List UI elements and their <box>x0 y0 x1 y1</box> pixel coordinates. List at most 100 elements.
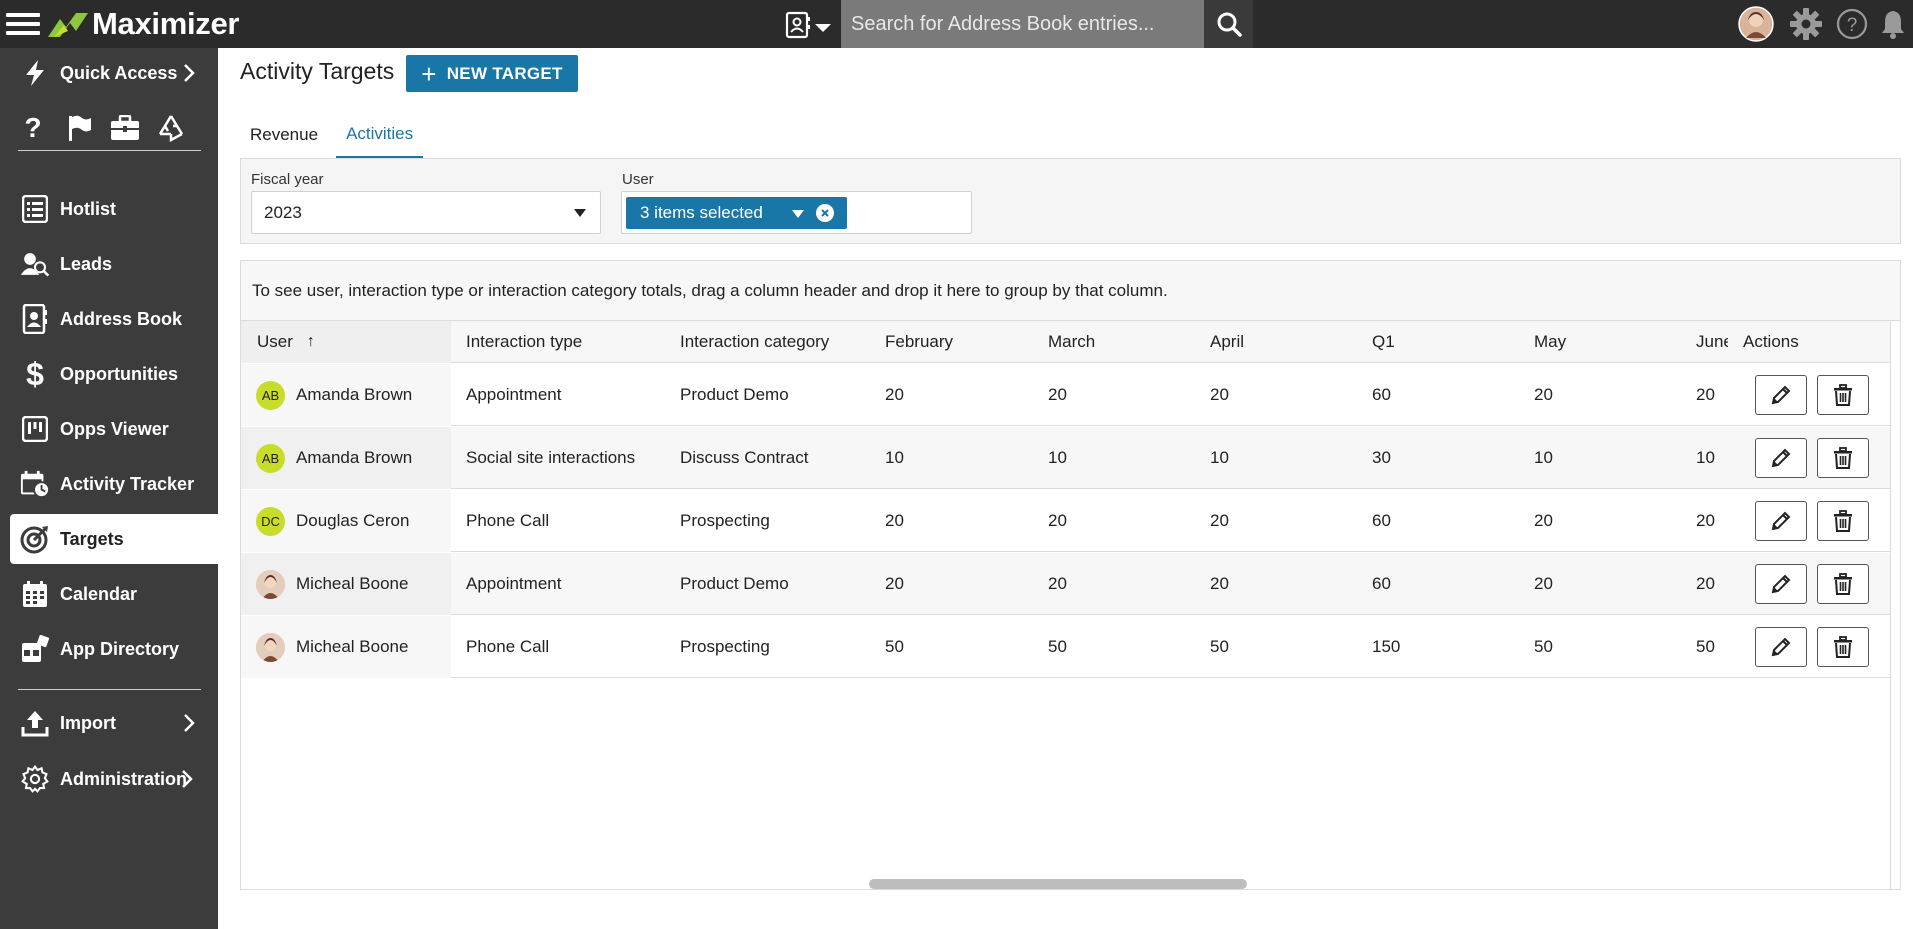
clear-icon[interactable] <box>816 204 834 222</box>
search-button[interactable] <box>1204 0 1253 48</box>
search-box <box>841 0 1204 48</box>
sidebar-item-administration[interactable]: Administration <box>0 754 218 804</box>
cell-may: 20 <box>1534 511 1553 530</box>
trash-icon <box>1834 447 1852 469</box>
column-header-june[interactable]: June <box>1696 321 1728 363</box>
sidebar-item-import[interactable]: Import <box>0 698 218 748</box>
help-icon: ? <box>1836 8 1868 40</box>
column-header-may[interactable]: May <box>1534 321 1684 363</box>
delete-button[interactable] <box>1817 627 1869 667</box>
edit-button[interactable] <box>1755 564 1807 604</box>
column-header-april[interactable]: April <box>1210 321 1360 363</box>
table-row[interactable]: AB Amanda Brown Appointment Product Demo 20 2… <box>241 364 1890 426</box>
fiscal-year-value: 2023 <box>264 202 302 222</box>
flag-icon[interactable] <box>64 113 94 143</box>
edit-button[interactable] <box>1755 501 1807 541</box>
app-logo[interactable]: Maximizer <box>46 5 240 43</box>
selected-users-chip[interactable]: 3 items selected <box>626 197 847 229</box>
cell-june: 20 <box>1696 385 1715 404</box>
cell-interaction-type: Appointment <box>466 385 562 404</box>
sidebar-item-label: Leads <box>60 253 113 274</box>
cell-june: 10 <box>1696 448 1715 467</box>
vertical-scroll-gutter <box>1890 321 1900 889</box>
cell-march: 20 <box>1048 574 1067 593</box>
sidebar-item-address-book[interactable]: Address Book <box>0 294 218 344</box>
user-filter-label: User <box>622 171 654 188</box>
sidebar-item-hotlist[interactable]: Hotlist <box>0 184 218 234</box>
sidebar-item-label: Import <box>60 712 116 733</box>
sidebar-item-leads[interactable]: Leads <box>0 239 218 289</box>
sidebar-item-opps-viewer[interactable]: Opps Viewer <box>0 404 218 454</box>
edit-button[interactable] <box>1755 627 1807 667</box>
cell-march: 20 <box>1048 385 1067 404</box>
avatar <box>256 632 285 662</box>
briefcase-icon[interactable] <box>110 113 140 143</box>
delete-button[interactable] <box>1817 438 1869 478</box>
table-row[interactable]: DC Douglas Ceron Phone Call Prospecting 20 20… <box>241 490 1890 552</box>
sidebar-item-targets[interactable]: Targets <box>10 514 218 564</box>
search-input[interactable] <box>841 0 1204 48</box>
dropdown-caret-icon <box>574 209 586 217</box>
sort-ascending-icon: ↑ <box>306 333 315 350</box>
table-row[interactable]: AB Amanda Brown Social site interactions Di… <box>241 427 1890 489</box>
calendar-clock-icon <box>20 470 50 499</box>
table-row[interactable]: Micheal Boone Phone Call Prospecting 50 50 50… <box>241 616 1890 678</box>
help-icon[interactable]: ? <box>18 112 48 143</box>
column-header-label: User <box>257 332 293 351</box>
sidebar-item-calendar[interactable]: Calendar <box>0 569 218 619</box>
notifications-button[interactable] <box>1876 0 1910 48</box>
sidebar-item-activity-tracker[interactable]: Activity Tracker <box>0 459 218 509</box>
column-header-february[interactable]: February <box>885 321 1035 363</box>
quick-access-icons: ? <box>18 108 198 148</box>
upload-icon <box>21 711 49 737</box>
sidebar-item-app-directory[interactable]: App Directory <box>0 624 218 674</box>
sidebar-item-quick-access[interactable]: Quick Access <box>0 48 218 98</box>
user-multiselect[interactable]: 3 items selected <box>621 191 972 234</box>
new-target-button[interactable]: + NEW TARGET <box>406 55 578 92</box>
edit-button[interactable] <box>1755 375 1807 415</box>
cell-interaction-type: Social site interactions <box>466 448 636 467</box>
sidebar-item-label: Address Book <box>60 308 183 329</box>
horizontal-scrollbar[interactable] <box>869 879 1247 889</box>
delete-button[interactable] <box>1817 375 1869 415</box>
target-icon <box>20 526 48 554</box>
edit-button[interactable] <box>1755 438 1807 478</box>
cell-april: 50 <box>1210 637 1229 656</box>
maximizer-logo-icon <box>48 13 88 37</box>
cell-q1: 60 <box>1372 574 1391 593</box>
chip-label: 3 items selected <box>640 203 763 222</box>
column-header-interaction-type[interactable]: Interaction type <box>466 321 666 363</box>
cell-may: 20 <box>1534 385 1553 404</box>
table-row[interactable]: Micheal Boone Appointment Product Demo 20 20… <box>241 553 1890 615</box>
chevron-down-icon <box>815 24 831 32</box>
settings-button[interactable] <box>1786 0 1826 48</box>
search-scope-picker[interactable] <box>784 10 840 40</box>
user-name: Amanda Brown <box>296 448 413 467</box>
chevron-right-icon <box>182 770 193 788</box>
column-header-user[interactable]: User ↑ <box>241 321 451 363</box>
tab-activities[interactable]: Activities <box>336 112 424 158</box>
sidebar-item-opportunities[interactable]: $ Opportunities <box>0 349 218 399</box>
user-avatar[interactable] <box>1734 0 1778 48</box>
help-button[interactable]: ? <box>1832 0 1872 48</box>
table-header: User ↑ Interaction type Interaction cate… <box>241 321 1890 363</box>
user-name: Amanda Brown <box>296 385 413 404</box>
column-header-q1[interactable]: Q1 <box>1372 321 1522 363</box>
column-header-interaction-category[interactable]: Interaction category <box>680 321 880 363</box>
cell-june: 50 <box>1696 637 1715 656</box>
tab-revenue[interactable]: Revenue <box>240 112 328 158</box>
pencil-icon <box>1771 511 1791 531</box>
delete-button[interactable] <box>1817 564 1869 604</box>
column-header-march[interactable]: March <box>1048 321 1198 363</box>
app-name: Maximizer <box>92 6 240 41</box>
group-drop-zone[interactable]: To see user, interaction type or interac… <box>241 261 1900 321</box>
dropdown-caret-icon[interactable] <box>792 210 804 218</box>
recycle-icon[interactable] <box>156 113 186 143</box>
delete-button[interactable] <box>1817 501 1869 541</box>
sidebar-item-label: Hotlist <box>60 198 116 219</box>
menu-icon[interactable] <box>6 8 40 40</box>
fiscal-year-select[interactable]: 2023 <box>251 191 601 234</box>
app-directory-icon <box>22 635 49 662</box>
tab-bar: Revenue Activities <box>240 112 431 158</box>
svg-text:?: ? <box>1847 15 1858 36</box>
